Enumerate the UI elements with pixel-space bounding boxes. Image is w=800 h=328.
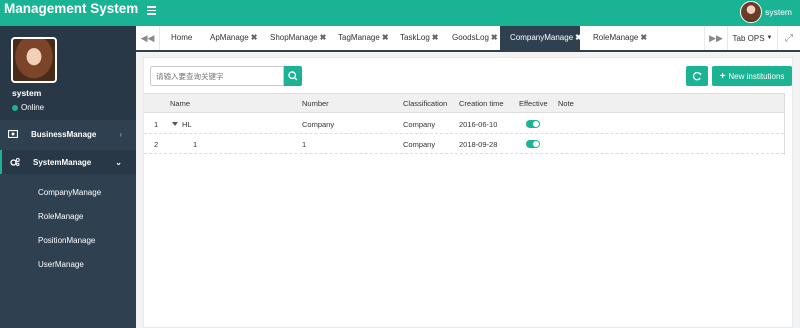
close-icon[interactable]: ✖ — [432, 33, 439, 42]
tab-label: RoleManage — [593, 33, 639, 42]
column-header-note[interactable]: Note — [558, 99, 574, 108]
refresh-button[interactable] — [686, 66, 708, 86]
cell-classification: Company — [403, 140, 436, 149]
profile-area: system Online — [0, 26, 136, 120]
sidebar-subitem-positionmanage[interactable]: PositionManage — [38, 236, 95, 245]
chevron-down-icon: ⌄ — [115, 157, 122, 167]
tab-label: Home — [171, 33, 193, 42]
cell-number: Company — [302, 120, 335, 129]
tab-rolemanage[interactable]: RoleManage ✖ — [593, 26, 647, 50]
close-icon[interactable]: ✖ — [382, 33, 389, 42]
new-institution-label: New institutions — [728, 71, 785, 81]
table-row[interactable]: 2 1 1 Company 2018-09-28 — [144, 134, 784, 154]
row-index: 1 — [154, 120, 159, 129]
caret-down-icon: ▼ — [766, 35, 773, 41]
effective-toggle[interactable] — [526, 140, 540, 148]
app-title: Management System — [4, 1, 139, 16]
table-row[interactable]: 1 HL Company Company 2016-06-10 — [144, 114, 784, 134]
tab-label: ApManage — [210, 33, 249, 42]
search-icon — [288, 71, 298, 81]
user-menu[interactable]: system — [740, 1, 792, 23]
table-header: Name Number Classification Creation time… — [144, 93, 784, 113]
cell-name: HL — [182, 120, 192, 129]
plus-icon: + — [719, 70, 726, 82]
row-index: 2 — [154, 140, 159, 149]
sidebar-subitem-companymanage[interactable]: CompanyManage — [38, 188, 101, 197]
tab-ops-label: Tab OPS — [732, 33, 765, 43]
tab-label: TagManage — [338, 33, 380, 42]
top-navbar: Management System system — [0, 0, 800, 26]
chevron-right-icon: › — [119, 129, 122, 139]
tab-tasklog[interactable]: TaskLog ✖ — [400, 26, 439, 50]
sidebar: system Online BusinessManage › SystemMan… — [0, 26, 136, 328]
sidebar-subitem-usermanage[interactable]: UserManage — [38, 260, 84, 269]
close-icon[interactable]: ✖ — [251, 33, 258, 42]
close-icon[interactable]: ✖ — [575, 33, 582, 42]
online-dot-icon — [12, 104, 18, 111]
cell-name: 1 — [193, 140, 198, 149]
column-header-creation-time[interactable]: Creation time — [459, 99, 504, 108]
tree-expand-icon[interactable] — [172, 122, 178, 126]
tab-home[interactable]: Home — [171, 26, 192, 50]
tab-scroll-left-icon[interactable]: ◀◀ — [136, 26, 160, 50]
tab-label: TaskLog — [400, 33, 430, 42]
column-header-name[interactable]: Name — [170, 99, 190, 108]
search-button[interactable] — [284, 66, 302, 86]
tab-apmanage[interactable]: ApManage ✖ — [210, 26, 257, 50]
new-institution-button[interactable]: + New institutions — [712, 66, 792, 86]
tab-companymanage[interactable]: CompanyManage ✖ — [500, 26, 582, 50]
tab-label: GoodsLog — [452, 33, 489, 42]
cell-creation-time: 2016-06-10 — [459, 120, 498, 129]
close-icon[interactable]: ✖ — [640, 33, 647, 42]
cell-number: 1 — [302, 140, 307, 149]
refresh-icon — [692, 71, 702, 81]
column-header-effective[interactable]: Effective — [519, 99, 548, 108]
tab-tagmanage[interactable]: TagManage ✖ — [338, 26, 389, 50]
column-header-classification[interactable]: Classification — [403, 99, 447, 108]
monitor-icon — [8, 130, 18, 138]
fullscreen-icon[interactable]: ⤢ — [778, 26, 800, 50]
effective-toggle[interactable] — [526, 120, 540, 128]
cell-creation-time: 2018-09-28 — [459, 140, 498, 149]
tab-label: ShopManage — [270, 33, 318, 42]
sidebar-subitem-rolemanage[interactable]: RoleManage — [38, 212, 83, 221]
avatar — [740, 1, 763, 23]
profile-name: system — [12, 88, 42, 98]
sidebar-item-label: BusinessManage — [31, 129, 97, 139]
close-icon[interactable]: ✖ — [320, 33, 327, 42]
gears-icon — [10, 158, 20, 166]
column-header-number[interactable]: Number — [302, 99, 329, 108]
tab-scroll-right-icon[interactable]: ▶▶ — [704, 26, 728, 50]
table-right-border — [784, 93, 785, 155]
profile-avatar[interactable] — [11, 37, 57, 83]
tab-label: CompanyManage — [510, 33, 574, 42]
sidebar-item-label: SystemManage — [33, 157, 92, 167]
content-panel: + New institutions Name Number Classific… — [143, 57, 793, 328]
tab-bar: ◀◀ Home ApManage ✖ ShopManage ✖ TagManage ✖… — [136, 26, 800, 52]
user-name: system — [765, 7, 792, 17]
cell-classification: Company — [403, 120, 436, 129]
tab-ops-dropdown[interactable]: Tab OPS ▼ — [728, 26, 778, 50]
menu-toggle-icon[interactable] — [147, 6, 156, 16]
tab-goodslog[interactable]: GoodsLog ✖ — [452, 26, 498, 50]
sidebar-item-systemmanage[interactable]: SystemManage ⌄ — [0, 150, 136, 174]
close-icon[interactable]: ✖ — [491, 33, 498, 42]
online-status: Online — [12, 103, 44, 112]
tab-shopmanage[interactable]: ShopManage ✖ — [270, 26, 326, 50]
search-input[interactable] — [150, 66, 284, 86]
sidebar-item-businessmanage[interactable]: BusinessManage › — [0, 122, 136, 146]
online-status-label: Online — [21, 103, 45, 112]
